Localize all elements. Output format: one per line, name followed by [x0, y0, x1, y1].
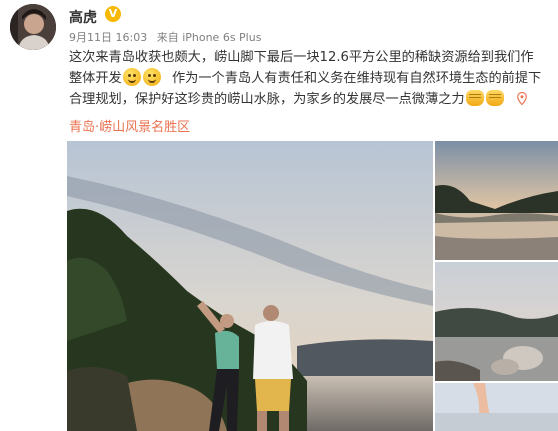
photo-thumb-2-image [435, 262, 558, 381]
photo-thumb-2[interactable] [435, 262, 558, 381]
photo-thumb-3-image [435, 383, 558, 431]
photo-grid [67, 141, 558, 431]
post-date[interactable]: 9月11日 16:03 [69, 31, 147, 44]
post-text-line-2-wrap: 整体开发 作为一个青岛人有责任和义务在维持现有自然环境生态的前提下 [69, 68, 547, 89]
avatar[interactable] [10, 4, 56, 50]
post-text-line-3-wrap: 合理规划，保护好这珍贵的崂山水脉，为家乡的发展尽一点微薄之力 [69, 89, 547, 110]
smile-emoji-icon [142, 68, 161, 86]
fist-emoji-icon [465, 90, 484, 106]
post-text-line-3: 合理规划，保护好这珍贵的崂山水脉，为家乡的发展尽一点微薄之力 [69, 92, 465, 107]
photo-main-image [67, 141, 433, 431]
avatar-image [10, 4, 56, 50]
fist-emoji-icon [485, 90, 504, 106]
photo-thumb-1-image [435, 141, 558, 260]
photo-main[interactable] [67, 141, 433, 431]
location-link[interactable]: 青岛·崂山风景名胜区 [69, 116, 190, 135]
photo-thumb-3[interactable] [435, 383, 558, 431]
post-meta: 9月11日 16:03 来自 iPhone 6s Plus [69, 29, 261, 45]
post-source: 来自 iPhone 6s Plus [156, 31, 262, 44]
location-pin-icon[interactable] [516, 92, 527, 105]
post-text-line-2b: 作为一个青岛人有责任和义务在维持现有自然环境生态的前提下 [171, 71, 542, 86]
post-text: 这次来青岛收获也颇大，崂山脚下最后一块12.6平方公里的稀缺资源给到我们作 整体… [69, 47, 547, 110]
verified-v-icon: V [105, 6, 121, 22]
smile-emoji-icon [122, 68, 141, 86]
author-name[interactable]: 高虎 [69, 7, 97, 27]
post-text-line-2: 整体开发 [69, 71, 122, 86]
photo-thumb-1[interactable] [435, 141, 558, 260]
post-text-line-1: 这次来青岛收获也颇大，崂山脚下最后一块12.6平方公里的稀缺资源给到我们作 [69, 50, 534, 65]
